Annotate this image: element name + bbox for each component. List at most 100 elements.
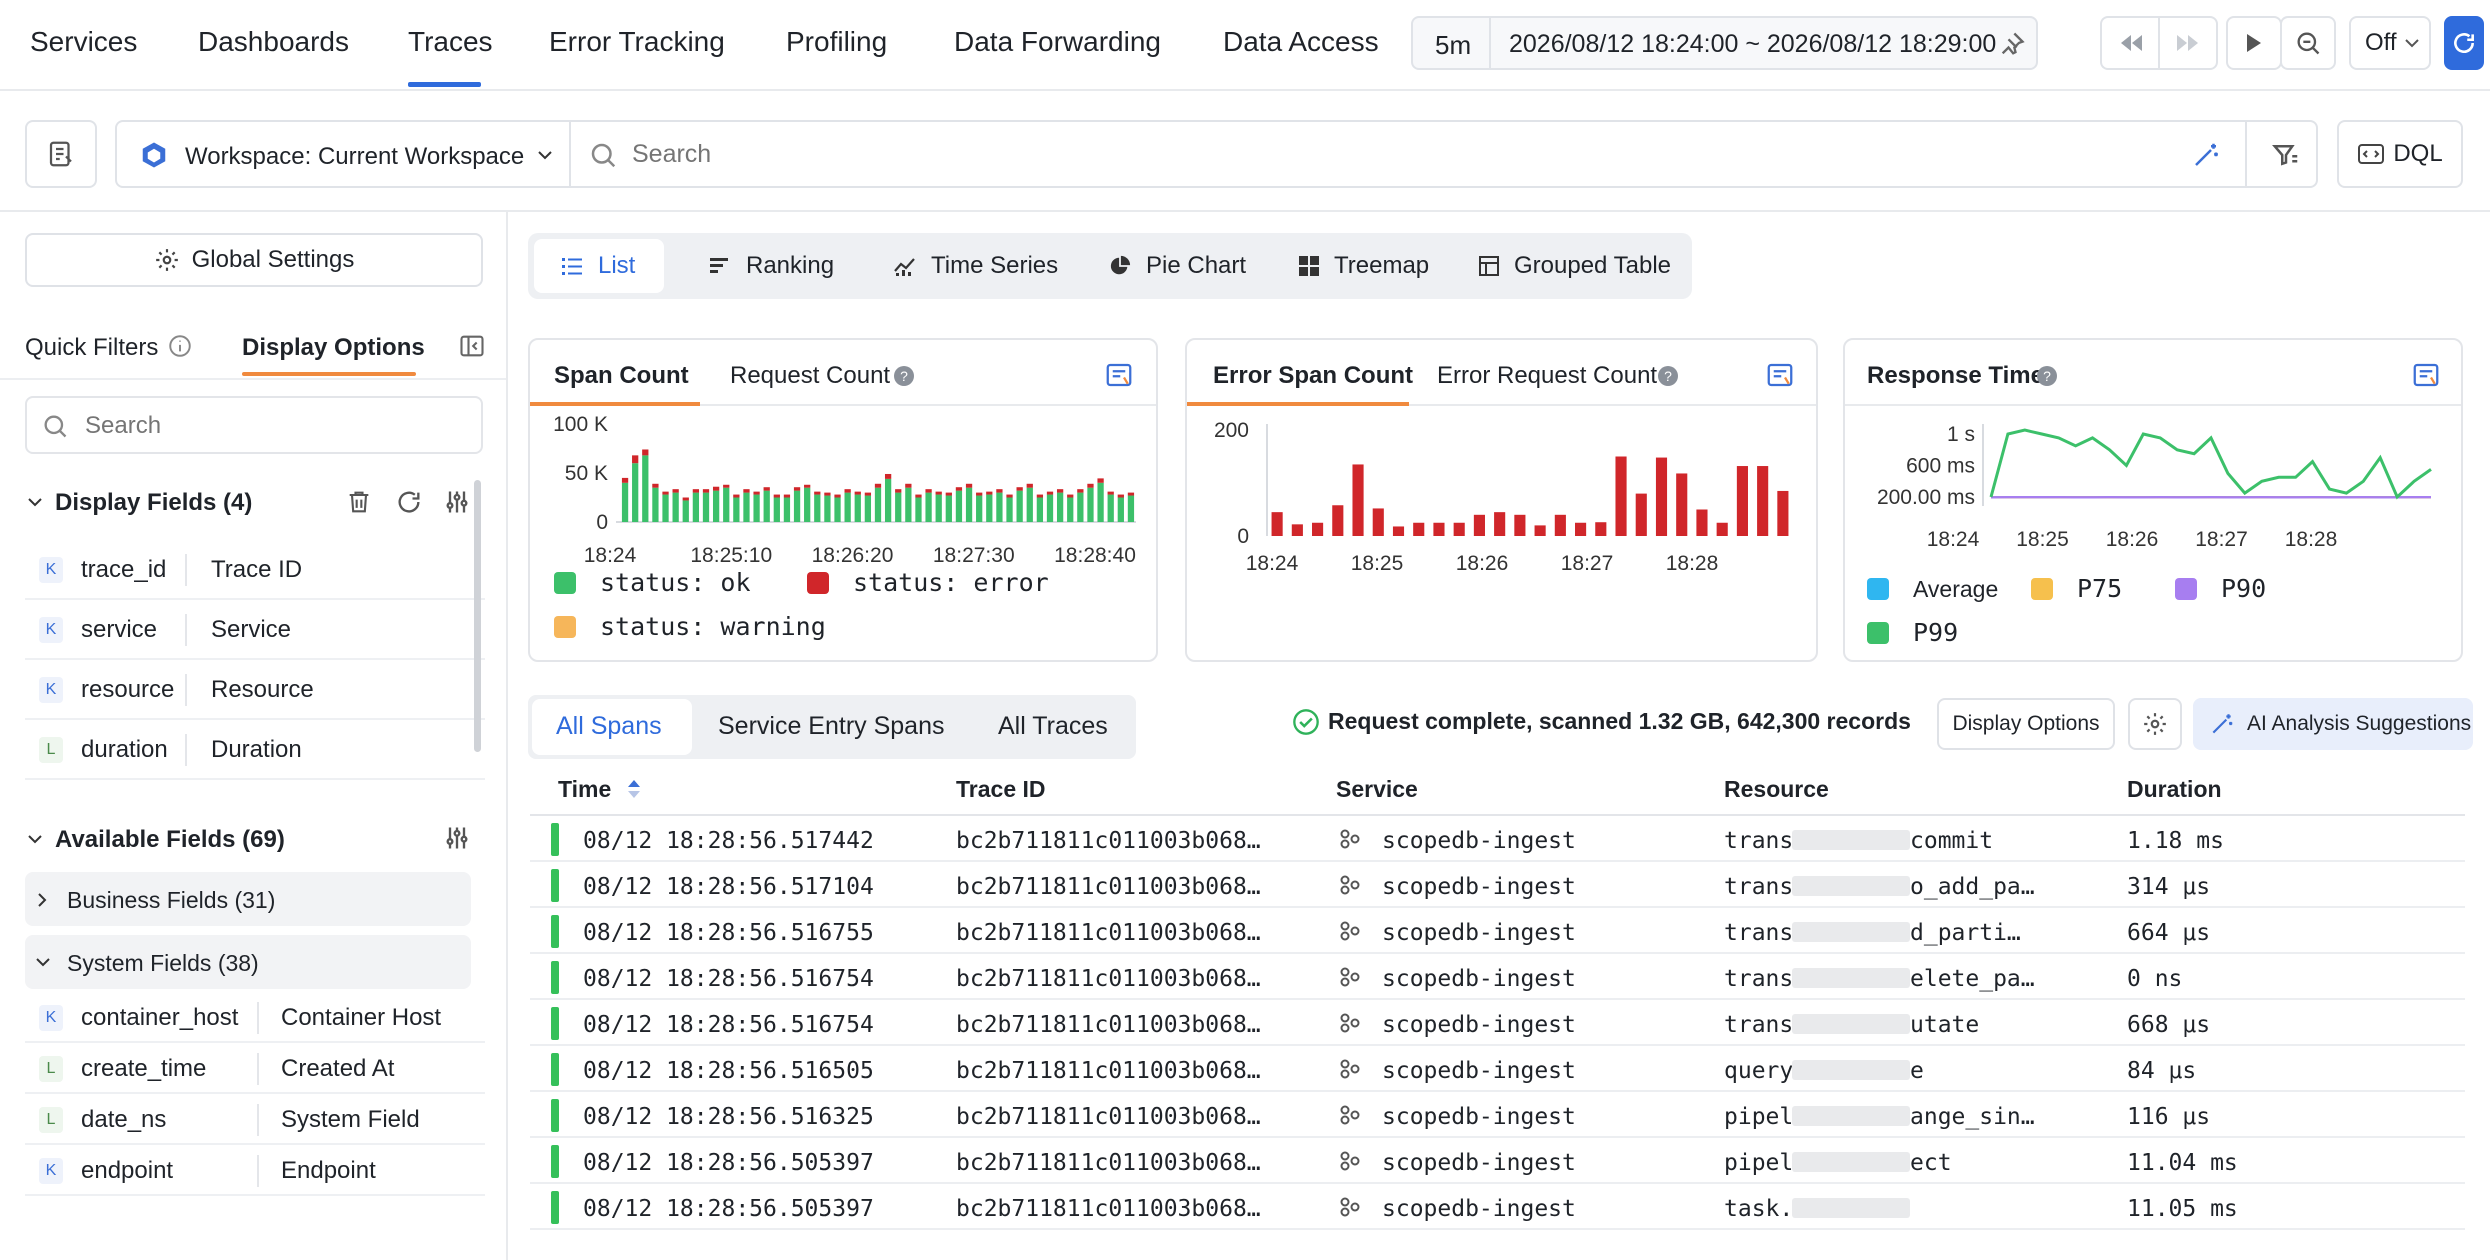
pin-icon[interactable] bbox=[1998, 30, 2026, 58]
nav-tab-data-forwarding[interactable]: Data Forwarding bbox=[954, 26, 1161, 58]
rewind-button[interactable] bbox=[2100, 16, 2160, 70]
display-field-row[interactable]: L duration Duration bbox=[25, 720, 485, 780]
chart-settings-icon[interactable] bbox=[1765, 360, 1795, 390]
cell-service[interactable]: scopedb-ingest bbox=[1382, 920, 1576, 946]
time-range-picker[interactable]: 5m 2026/08/12 18:24:00 ~ 2026/08/12 18:2… bbox=[1411, 16, 2038, 70]
trash-icon[interactable] bbox=[345, 488, 373, 516]
filter-icon[interactable] bbox=[2271, 140, 2301, 170]
table-row[interactable]: 08/12 18:28:56.516505 bc2b711811c011003b… bbox=[530, 1046, 2465, 1092]
table-row[interactable]: 08/12 18:28:56.505397 bc2b711811c011003b… bbox=[530, 1138, 2465, 1184]
nav-tab-dashboards[interactable]: Dashboards bbox=[198, 26, 349, 58]
dql-button[interactable]: DQL bbox=[2337, 120, 2463, 188]
table-row[interactable]: 08/12 18:28:56.516754 bc2b711811c011003b… bbox=[530, 1000, 2465, 1046]
table-row[interactable]: 08/12 18:28:56.517104 bc2b711811c011003b… bbox=[530, 862, 2465, 908]
system-fields-group[interactable]: System Fields (38) bbox=[25, 935, 471, 989]
legend-warning[interactable]: status: warning bbox=[600, 612, 826, 641]
display-field-row[interactable]: K resource Resource bbox=[25, 660, 485, 720]
view-tab-grouped-table[interactable]: Grouped Table bbox=[1478, 233, 1671, 299]
time-quick-select[interactable]: 5m bbox=[1435, 30, 1471, 61]
system-field-row[interactable]: K container_host Container Host bbox=[25, 992, 485, 1043]
legend-p75[interactable]: P75 bbox=[2077, 574, 2122, 603]
tab-span-count[interactable]: Span Count bbox=[554, 362, 689, 390]
tab-all-traces[interactable]: All Traces bbox=[998, 712, 1108, 741]
chevron-down-icon[interactable] bbox=[27, 497, 43, 509]
tab-quick-filters[interactable]: Quick Filters bbox=[25, 334, 158, 362]
cell-trace-id[interactable]: bc2b711811c011003b068… bbox=[956, 1012, 1261, 1038]
view-tab-pie-chart[interactable]: Pie Chart bbox=[1108, 233, 1246, 299]
search-input[interactable] bbox=[632, 136, 2232, 172]
ai-analysis-button[interactable]: AI Analysis Suggestions bbox=[2193, 698, 2473, 750]
column-header-resource[interactable]: Resource bbox=[1724, 776, 1829, 803]
legend-p90[interactable]: P90 bbox=[2221, 574, 2266, 603]
view-tab-list[interactable]: List bbox=[560, 233, 635, 299]
nav-tab-profiling[interactable]: Profiling bbox=[786, 26, 887, 58]
view-tab-time-series[interactable]: Time Series bbox=[893, 233, 1058, 299]
cell-service[interactable]: scopedb-ingest bbox=[1382, 966, 1576, 992]
cell-service[interactable]: scopedb-ingest bbox=[1382, 1012, 1576, 1038]
field-settings-icon[interactable] bbox=[443, 824, 471, 852]
column-header-duration[interactable]: Duration bbox=[2127, 776, 2222, 803]
chart-settings-icon[interactable] bbox=[2411, 360, 2441, 390]
table-row[interactable]: 08/12 18:28:56.505397 bc2b711811c011003b… bbox=[530, 1184, 2465, 1230]
system-field-row[interactable]: K endpoint Endpoint bbox=[25, 1145, 485, 1196]
chevron-down-icon[interactable] bbox=[27, 834, 43, 846]
zoom-out-button[interactable] bbox=[2280, 16, 2336, 70]
display-options-button[interactable]: Display Options bbox=[1937, 698, 2115, 750]
field-search-input[interactable] bbox=[85, 410, 465, 442]
cell-trace-id[interactable]: bc2b711811c011003b068… bbox=[956, 874, 1261, 900]
table-row[interactable]: 08/12 18:28:56.516755 bc2b711811c011003b… bbox=[530, 908, 2465, 954]
nav-tab-error-tracking[interactable]: Error Tracking bbox=[549, 26, 725, 58]
tab-error-span-count[interactable]: Error Span Count bbox=[1213, 362, 1413, 390]
play-button[interactable] bbox=[2226, 16, 2282, 70]
tab-display-options[interactable]: Display Options bbox=[242, 334, 425, 362]
nav-tab-data-access[interactable]: Data Access bbox=[1223, 26, 1379, 58]
view-tab-ranking[interactable]: Ranking bbox=[708, 233, 834, 299]
field-settings-icon[interactable] bbox=[443, 488, 471, 516]
cell-service[interactable]: scopedb-ingest bbox=[1382, 874, 1576, 900]
list-settings-button[interactable] bbox=[2128, 698, 2182, 750]
nav-tab-services[interactable]: Services bbox=[30, 26, 137, 58]
refresh-interval-select[interactable]: Off bbox=[2349, 16, 2431, 70]
tab-service-entry-spans[interactable]: Service Entry Spans bbox=[718, 712, 945, 741]
display-field-row[interactable]: K service Service bbox=[25, 600, 485, 660]
cell-service[interactable]: scopedb-ingest bbox=[1382, 828, 1576, 854]
cell-service[interactable]: scopedb-ingest bbox=[1382, 1150, 1576, 1176]
saved-views-button[interactable] bbox=[25, 120, 97, 188]
forward-button[interactable] bbox=[2158, 16, 2218, 70]
cell-service[interactable]: scopedb-ingest bbox=[1382, 1104, 1576, 1130]
cell-trace-id[interactable]: bc2b711811c011003b068… bbox=[956, 966, 1261, 992]
cell-trace-id[interactable]: bc2b711811c011003b068… bbox=[956, 920, 1261, 946]
cell-trace-id[interactable]: bc2b711811c011003b068… bbox=[956, 828, 1261, 854]
table-row[interactable]: 08/12 18:28:56.517442 bc2b711811c011003b… bbox=[530, 816, 2465, 862]
table-row[interactable]: 08/12 18:28:56.516754 bc2b711811c011003b… bbox=[530, 954, 2465, 1000]
cell-trace-id[interactable]: bc2b711811c011003b068… bbox=[956, 1150, 1261, 1176]
tab-all-spans[interactable]: All Spans bbox=[556, 712, 662, 741]
system-field-row[interactable]: L create_time Created At bbox=[25, 1043, 485, 1094]
column-header-trace-id[interactable]: Trace ID bbox=[956, 776, 1046, 803]
legend-ok[interactable]: status: ok bbox=[600, 568, 751, 597]
legend-average[interactable]: Average bbox=[1913, 576, 1998, 603]
legend-error[interactable]: status: error bbox=[853, 568, 1049, 597]
legend-p99[interactable]: P99 bbox=[1913, 618, 1958, 647]
refresh-button[interactable] bbox=[2444, 16, 2484, 70]
collapse-panel-icon[interactable] bbox=[458, 332, 486, 360]
system-field-row[interactable]: L date_ns System Field bbox=[25, 1094, 485, 1145]
business-fields-group[interactable]: Business Fields (31) bbox=[25, 872, 471, 926]
table-row[interactable]: 08/12 18:28:56.516325 bc2b711811c011003b… bbox=[530, 1092, 2465, 1138]
ai-magic-icon[interactable] bbox=[2191, 140, 2221, 170]
cell-trace-id[interactable]: bc2b711811c011003b068… bbox=[956, 1196, 1261, 1222]
cell-trace-id[interactable]: bc2b711811c011003b068… bbox=[956, 1058, 1261, 1084]
nav-tab-traces[interactable]: Traces bbox=[408, 26, 493, 58]
cell-service[interactable]: scopedb-ingest bbox=[1382, 1196, 1576, 1222]
sort-icon[interactable] bbox=[626, 778, 642, 800]
chart-settings-icon[interactable] bbox=[1104, 360, 1134, 390]
tab-request-count[interactable]: Request Count bbox=[730, 362, 890, 390]
view-tab-treemap[interactable]: Treemap bbox=[1298, 233, 1429, 299]
global-settings-button[interactable]: Global Settings bbox=[25, 233, 483, 287]
tab-error-request-count[interactable]: Error Request Count bbox=[1437, 362, 1657, 390]
display-field-row[interactable]: K trace_id Trace ID bbox=[25, 540, 485, 600]
column-header-service[interactable]: Service bbox=[1336, 776, 1418, 803]
workspace-select[interactable]: Workspace: Current Workspace bbox=[185, 143, 524, 171]
cell-trace-id[interactable]: bc2b711811c011003b068… bbox=[956, 1104, 1261, 1130]
time-range-text[interactable]: 2026/08/12 18:24:00 ~ 2026/08/12 18:29:0… bbox=[1509, 30, 1996, 59]
